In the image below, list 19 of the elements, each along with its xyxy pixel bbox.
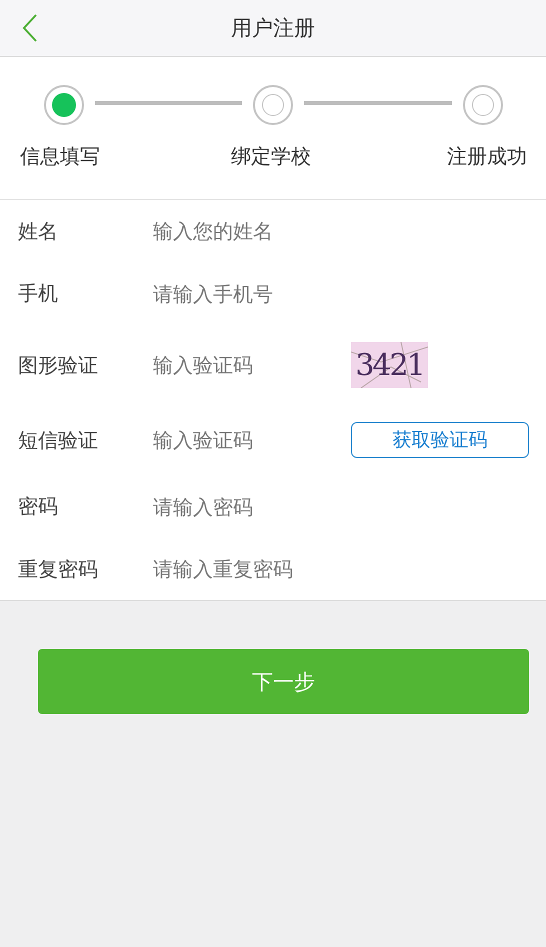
field-label: 短信验证 — [18, 426, 99, 454]
captcha-image[interactable]: 3421 — [351, 342, 428, 388]
input-field[interactable]: 请输入密码 — [153, 494, 343, 518]
input-field[interactable]: 请输入手机号 — [153, 282, 343, 306]
input-field[interactable]: 输入验证码 — [153, 428, 343, 452]
field-label: 图形验证 — [18, 352, 99, 378]
get-code-button[interactable]: 获取验证码 — [351, 422, 529, 458]
field-label: 手机 — [18, 280, 59, 307]
input-field[interactable]: 输入您的姓名 — [153, 219, 343, 243]
field-label: 重复密码 — [18, 556, 99, 582]
input-field[interactable]: 输入验证码 — [153, 353, 343, 377]
step-label: 信息填写 — [20, 143, 100, 170]
next-button[interactable]: 下一步 — [38, 649, 529, 714]
step-label: 绑定学校 — [231, 143, 311, 170]
field-label: 姓名 — [18, 218, 59, 244]
input-field[interactable]: 请输入重复密码 — [153, 557, 343, 581]
step-label: 注册成功 — [447, 143, 527, 170]
field-label: 密码 — [18, 493, 59, 520]
page-title: 用户注册 — [231, 15, 315, 42]
